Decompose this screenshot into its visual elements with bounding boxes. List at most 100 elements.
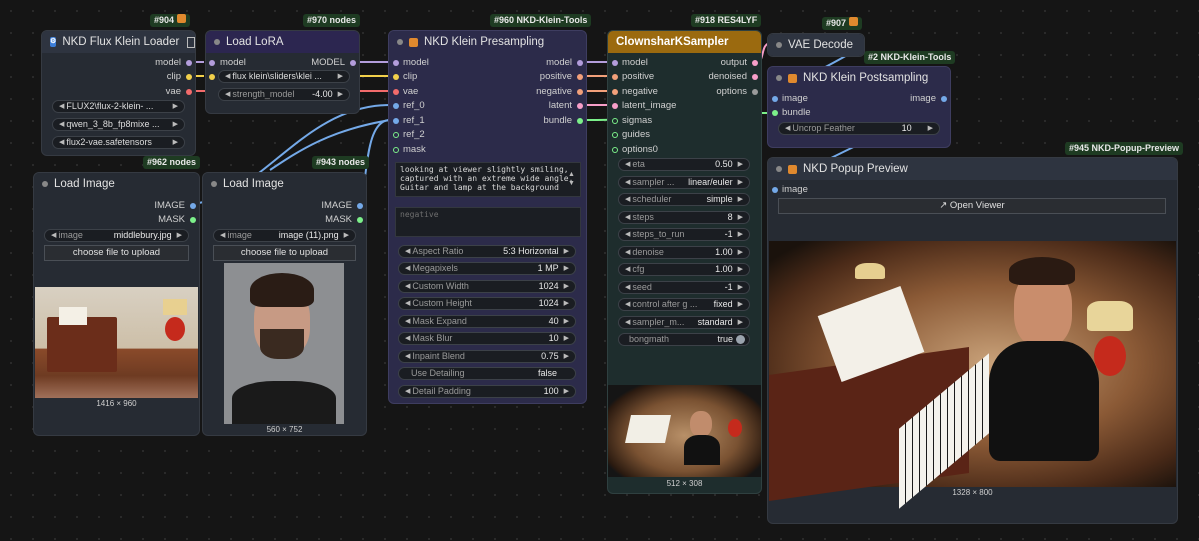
output-socket-mask[interactable] bbox=[357, 217, 363, 223]
arrow-right-icon[interactable]: ▶ bbox=[562, 350, 571, 363]
node-title[interactable]: NKD Klein Presampling bbox=[389, 31, 586, 53]
output-socket-latent[interactable] bbox=[577, 103, 583, 109]
clip-select[interactable]: ◀ qwen_3_8b_fp8mixe ... ▶ bbox=[52, 118, 185, 131]
input-socket-sigmas[interactable] bbox=[612, 118, 618, 124]
output-socket-model[interactable] bbox=[186, 60, 192, 66]
output-socket-options[interactable] bbox=[752, 89, 758, 95]
arrow-right-icon[interactable]: ▶ bbox=[171, 118, 180, 131]
output-socket-model[interactable] bbox=[350, 60, 356, 66]
klein-presampling-node[interactable]: NKD Klein Presampling model clip vae ref… bbox=[388, 30, 587, 404]
megapixels-select[interactable]: ◀ Megapixels 1 MP ▶ bbox=[398, 262, 576, 275]
arrow-left-icon[interactable]: ◀ bbox=[403, 280, 412, 293]
arrow-right-icon[interactable]: ▶ bbox=[736, 263, 745, 276]
output-socket-image[interactable] bbox=[941, 96, 947, 102]
arrow-right-icon[interactable]: ▶ bbox=[336, 88, 345, 101]
arrow-left-icon[interactable]: ◀ bbox=[623, 263, 632, 276]
arrow-right-icon[interactable]: ▶ bbox=[342, 229, 351, 242]
arrow-left-icon[interactable]: ◀ bbox=[403, 332, 412, 345]
load-lora-node[interactable]: Load LoRA model MODEL ◀ flux klein\slider… bbox=[205, 30, 360, 114]
input-socket-clip[interactable] bbox=[209, 74, 215, 80]
collapse-dot-icon[interactable] bbox=[214, 39, 220, 45]
image-select[interactable]: ◀ image image (11).png ▶ bbox=[213, 229, 356, 242]
custom-width-number[interactable]: ◀ Custom Width 1024 ▶ bbox=[398, 280, 576, 293]
arrow-right-icon[interactable]: ▶ bbox=[336, 70, 345, 83]
arrow-left-icon[interactable]: ◀ bbox=[403, 350, 412, 363]
arrow-right-icon[interactable]: ▶ bbox=[736, 176, 745, 189]
steps-number[interactable]: ◀ steps 8 ▶ bbox=[618, 211, 750, 224]
image-select[interactable]: ◀ image middlebury.jpg ▶ bbox=[44, 229, 189, 242]
collapse-dot-icon[interactable] bbox=[397, 39, 403, 45]
arrow-right-icon[interactable]: ▶ bbox=[562, 315, 571, 328]
collapse-dot-icon[interactable] bbox=[776, 42, 782, 48]
input-socket-positive[interactable] bbox=[612, 74, 618, 80]
steps-to-run-number[interactable]: ◀ steps_to_run -1 ▶ bbox=[618, 228, 750, 241]
arrow-right-icon[interactable]: ▶ bbox=[175, 229, 184, 242]
arrow-right-icon[interactable]: ▶ bbox=[562, 245, 571, 258]
input-socket-guides[interactable] bbox=[612, 132, 618, 138]
node-title[interactable]: NKD Klein Postsampling bbox=[768, 67, 950, 89]
klein-postsampling-node[interactable]: NKD Klein Postsampling image image bundl… bbox=[767, 66, 951, 148]
arrow-right-icon[interactable]: ▶ bbox=[736, 158, 745, 171]
upload-button[interactable]: choose file to upload bbox=[213, 245, 356, 261]
arrow-left-icon[interactable]: ◀ bbox=[623, 281, 632, 294]
input-socket-options0[interactable] bbox=[612, 147, 618, 153]
arrow-left-icon[interactable]: ◀ bbox=[57, 118, 66, 131]
collapse-dot-icon[interactable] bbox=[42, 181, 48, 187]
input-socket-latent[interactable] bbox=[612, 103, 618, 109]
arrow-left-icon[interactable]: ◀ bbox=[783, 122, 792, 135]
bongmath-toggle[interactable]: bongmath true bbox=[618, 333, 750, 346]
input-socket-model[interactable] bbox=[612, 60, 618, 66]
arrow-right-icon[interactable]: ▶ bbox=[926, 122, 935, 135]
use-detailing-toggle[interactable]: Use Detailing false bbox=[398, 367, 576, 380]
output-socket-mask[interactable] bbox=[190, 217, 196, 223]
arrow-left-icon[interactable]: ◀ bbox=[623, 193, 632, 206]
output-socket-negative[interactable] bbox=[577, 89, 583, 95]
arrow-left-icon[interactable]: ◀ bbox=[623, 158, 632, 171]
arrow-left-icon[interactable]: ◀ bbox=[403, 315, 412, 328]
arrow-right-icon[interactable]: ▶ bbox=[562, 385, 571, 398]
node-title[interactable]: Load Image bbox=[34, 173, 199, 195]
sampler-mode-select[interactable]: ◀ sampler_m... standard ▶ bbox=[618, 316, 750, 329]
custom-height-number[interactable]: ◀ Custom Height 1024 ▶ bbox=[398, 297, 576, 310]
textarea-scroll-arrows-icon[interactable]: ▲ ▼ bbox=[568, 170, 575, 188]
arrow-right-icon[interactable]: ▶ bbox=[171, 100, 180, 113]
node-title[interactable]: NKD Popup Preview bbox=[768, 158, 1177, 180]
clownshark-ksampler-node[interactable]: ClownsharKSampler model positive negativ… bbox=[607, 30, 762, 494]
node-title[interactable]: Load LoRA bbox=[206, 31, 359, 53]
arrow-right-icon[interactable]: ▶ bbox=[736, 281, 745, 294]
node-title[interactable]: ⚙ NKD Flux Klein Loader bbox=[42, 31, 195, 53]
node-title[interactable]: VAE Decode bbox=[768, 34, 864, 56]
input-socket-vae[interactable] bbox=[393, 89, 399, 95]
arrow-left-icon[interactable]: ◀ bbox=[57, 136, 66, 149]
input-socket-model[interactable] bbox=[209, 60, 215, 66]
output-socket-positive[interactable] bbox=[577, 74, 583, 80]
strength-model-slider[interactable]: ◀ strength_model -4.00 ▶ bbox=[218, 88, 350, 101]
collapse-dot-icon[interactable] bbox=[776, 75, 782, 81]
arrow-right-icon[interactable]: ▶ bbox=[562, 297, 571, 310]
node-title[interactable]: Load Image bbox=[203, 173, 366, 195]
arrow-right-icon[interactable]: ▶ bbox=[736, 193, 745, 206]
arrow-left-icon[interactable]: ◀ bbox=[403, 262, 412, 275]
input-socket-model[interactable] bbox=[393, 60, 399, 66]
seed-number[interactable]: ◀ seed -1 ▶ bbox=[618, 281, 750, 294]
upload-button[interactable]: choose file to upload bbox=[44, 245, 189, 261]
control-after-generate-select[interactable]: ◀ control after g ... fixed ▶ bbox=[618, 298, 750, 311]
arrow-left-icon[interactable]: ◀ bbox=[57, 100, 66, 113]
arrow-left-icon[interactable]: ◀ bbox=[403, 245, 412, 258]
arrow-left-icon[interactable]: ◀ bbox=[623, 211, 632, 224]
load-image-node-2[interactable]: Load Image IMAGE MASK ◀ image image (11).p… bbox=[202, 172, 367, 436]
arrow-left-icon[interactable]: ◀ bbox=[623, 228, 632, 241]
expand-icon[interactable] bbox=[187, 36, 195, 48]
arrow-right-icon[interactable]: ▶ bbox=[562, 262, 571, 275]
open-viewer-button[interactable]: ↗ Open Viewer bbox=[778, 198, 1166, 214]
positive-prompt-textarea[interactable]: looking at viewer slightly smiling, capt… bbox=[395, 162, 581, 197]
flux-klein-loader-node[interactable]: ⚙ NKD Flux Klein Loader model clip vae ◀… bbox=[41, 30, 196, 156]
eta-number[interactable]: ◀ eta 0.50 ▶ bbox=[618, 158, 750, 171]
vae-select[interactable]: ◀ flux2-vae.safetensors ▶ bbox=[52, 136, 185, 149]
arrow-left-icon[interactable]: ◀ bbox=[623, 298, 632, 311]
scheduler-select[interactable]: ◀ scheduler simple ▶ bbox=[618, 193, 750, 206]
output-socket-image[interactable] bbox=[357, 203, 363, 209]
input-socket-ref1[interactable] bbox=[393, 118, 399, 124]
arrow-right-icon[interactable]: ▶ bbox=[736, 228, 745, 241]
node-title[interactable]: ClownsharKSampler bbox=[608, 31, 761, 53]
